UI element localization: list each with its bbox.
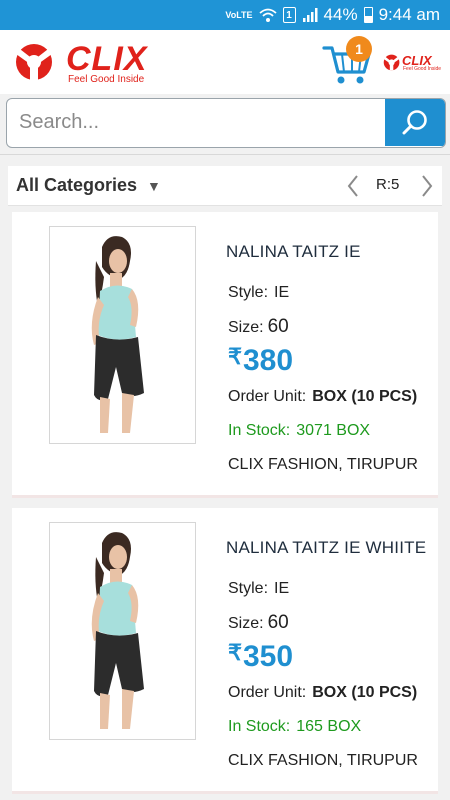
product-order-unit: Order Unit: BOX (10 PCS) <box>228 684 417 702</box>
brand-tagline-small: Feel Good Inside <box>403 66 442 72</box>
brand-logo-small: CLIX Feel Good Inside <box>382 52 444 74</box>
product-size: Size: 60 <box>228 316 289 338</box>
style-value: IE <box>274 284 290 301</box>
product-card[interactable]: NALINA TAITZ IE WHIITE Style: IE Size: 60 … <box>12 508 438 794</box>
search-button[interactable] <box>385 99 445 146</box>
logo-mark-icon <box>16 44 52 80</box>
product-price: ₹350 <box>228 640 293 674</box>
currency-symbol: ₹ <box>228 640 242 665</box>
battery-icon <box>363 7 373 23</box>
chevron-right-icon[interactable] <box>417 172 437 200</box>
app-header: CLIX Feel Good Inside 1 CLIX Feel Good I… <box>0 30 450 94</box>
category-bar: All Categories ▼ R:5 <box>8 166 442 206</box>
price-value: 380 <box>243 344 294 377</box>
product-image[interactable] <box>49 226 196 444</box>
style-value: IE <box>274 580 290 597</box>
product-title[interactable]: NALINA TAITZ IE <box>226 242 361 262</box>
logo-mark-small-icon <box>383 54 400 71</box>
stock-value: 165 BOX <box>296 718 362 735</box>
search-icon <box>402 109 427 134</box>
size-value: 60 <box>267 316 289 337</box>
pager-label: R:5 <box>376 176 400 193</box>
style-label: Style: <box>228 580 269 597</box>
sim-indicator: 1 <box>282 7 296 23</box>
category-dropdown-label[interactable]: All Categories <box>16 175 137 196</box>
order-unit-label: Order Unit: <box>228 684 307 701</box>
order-unit-value: BOX (10 PCS) <box>312 684 418 701</box>
price-value: 350 <box>243 640 294 673</box>
cart-count-badge[interactable]: 1 <box>346 36 372 62</box>
product-order-unit: Order Unit: BOX (10 PCS) <box>228 388 417 406</box>
product-style: Style: IE <box>228 284 289 302</box>
stock-label: In Stock: <box>228 718 291 735</box>
product-size: Size: 60 <box>228 612 289 634</box>
caret-down-icon[interactable]: ▼ <box>147 178 161 194</box>
order-unit-label: Order Unit: <box>228 388 307 405</box>
product-price: ₹380 <box>228 344 293 378</box>
size-label: Size: <box>228 615 264 632</box>
product-photo-icon <box>91 532 144 729</box>
wifi-icon <box>258 8 277 22</box>
currency-symbol: ₹ <box>228 344 242 369</box>
size-label: Size: <box>228 319 264 336</box>
product-seller: CLIX FASHION, TIRUPUR <box>228 752 418 769</box>
product-card[interactable]: NALINA TAITZ IE Style: IE Size: 60 ₹380 Or… <box>12 212 438 498</box>
product-title[interactable]: NALINA TAITZ IE WHIITE <box>226 538 426 558</box>
clock: 9:44 am <box>378 5 440 24</box>
search-input[interactable] <box>7 99 387 146</box>
product-stock: In Stock: 165 BOX <box>228 718 361 736</box>
search-bar <box>6 98 446 148</box>
signal-icon <box>302 8 318 22</box>
brand-logo[interactable]: CLIX Feel Good Inside <box>12 38 182 86</box>
product-photo-icon <box>91 236 144 433</box>
divider <box>0 154 450 155</box>
stock-value: 3071 BOX <box>296 422 371 439</box>
status-bar: VoLTE 1 44% 9:44 am <box>0 0 450 30</box>
stock-label: In Stock: <box>228 422 291 439</box>
volte-indicator: VoLTE <box>225 9 253 20</box>
style-label: Style: <box>228 284 269 301</box>
chevron-left-icon[interactable] <box>343 172 363 200</box>
order-unit-value: BOX (10 PCS) <box>312 388 418 405</box>
product-image[interactable] <box>49 522 196 740</box>
size-value: 60 <box>267 612 289 633</box>
product-seller: CLIX FASHION, TIRUPUR <box>228 456 418 473</box>
product-stock: In Stock: 3071 BOX <box>228 422 370 440</box>
product-style: Style: IE <box>228 580 289 598</box>
brand-tagline: Feel Good Inside <box>68 74 145 85</box>
battery-percent: 44% <box>323 5 358 24</box>
